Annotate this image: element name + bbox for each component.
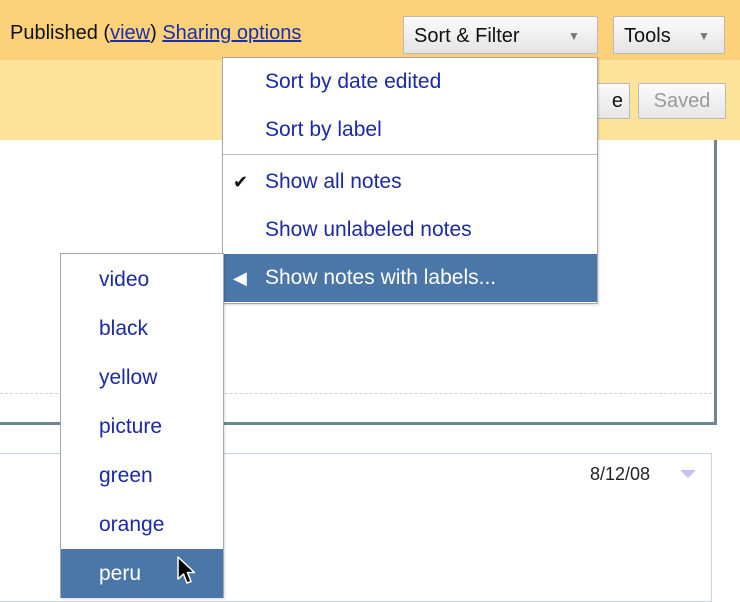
menu-item-show-with-labels[interactable]: ◀ Show notes with labels... xyxy=(223,254,597,302)
menu-item-sort-by-date[interactable]: Sort by date edited xyxy=(223,58,597,106)
mouse-pointer-icon xyxy=(177,556,196,584)
published-label: Published xyxy=(10,22,98,44)
note-date: 8/12/08 xyxy=(590,464,651,484)
sort-filter-label: Sort & Filter xyxy=(414,25,520,47)
label-item-black[interactable]: black xyxy=(61,304,223,353)
menu-item-show-all-notes[interactable]: ✔ Show all notes xyxy=(223,158,597,206)
menu-item-label: Show notes with labels... xyxy=(265,266,497,289)
sort-filter-menu: Sort by date edited Sort by label ✔ Show… xyxy=(222,57,598,304)
tools-label: Tools xyxy=(624,25,671,47)
label-item-green[interactable]: green xyxy=(61,451,223,500)
label-item-picture[interactable]: picture xyxy=(61,402,223,451)
menu-item-label: Show unlabeled notes xyxy=(265,218,472,241)
menu-item-label: Show all notes xyxy=(265,170,402,193)
view-paren-close: ) xyxy=(150,22,157,44)
chevron-down-icon: ▼ xyxy=(568,29,580,43)
menu-item-sort-by-label[interactable]: Sort by label xyxy=(223,106,597,154)
label-item-yellow[interactable]: yellow xyxy=(61,353,223,402)
label-item-video[interactable]: video xyxy=(61,255,223,304)
sort-filter-button[interactable]: Sort & Filter ▼ xyxy=(403,16,598,54)
sharing-options-link[interactable]: Sharing options xyxy=(162,22,301,44)
menu-item-label: Sort by date edited xyxy=(265,70,442,93)
top-toolbar: Published (view) Sharing options Sort & … xyxy=(0,0,740,60)
saved-button: Saved xyxy=(638,83,726,119)
view-link[interactable]: view xyxy=(110,22,150,44)
checkmark-icon: ✔ xyxy=(233,172,249,192)
submenu-arrow-icon: ◀ xyxy=(233,268,247,288)
tools-button[interactable]: Tools ▼ xyxy=(613,16,725,54)
published-status: Published (view) Sharing options xyxy=(10,22,301,45)
menu-item-label: Sort by label xyxy=(265,118,382,141)
labels-submenu: video black yellow picture green orange … xyxy=(60,253,224,598)
chevron-down-icon: ▼ xyxy=(698,29,710,43)
menu-separator xyxy=(223,154,597,155)
note-options-icon[interactable] xyxy=(680,470,696,478)
menu-item-show-unlabeled[interactable]: Show unlabeled notes xyxy=(223,206,597,254)
label-item-orange[interactable]: orange xyxy=(61,500,223,549)
